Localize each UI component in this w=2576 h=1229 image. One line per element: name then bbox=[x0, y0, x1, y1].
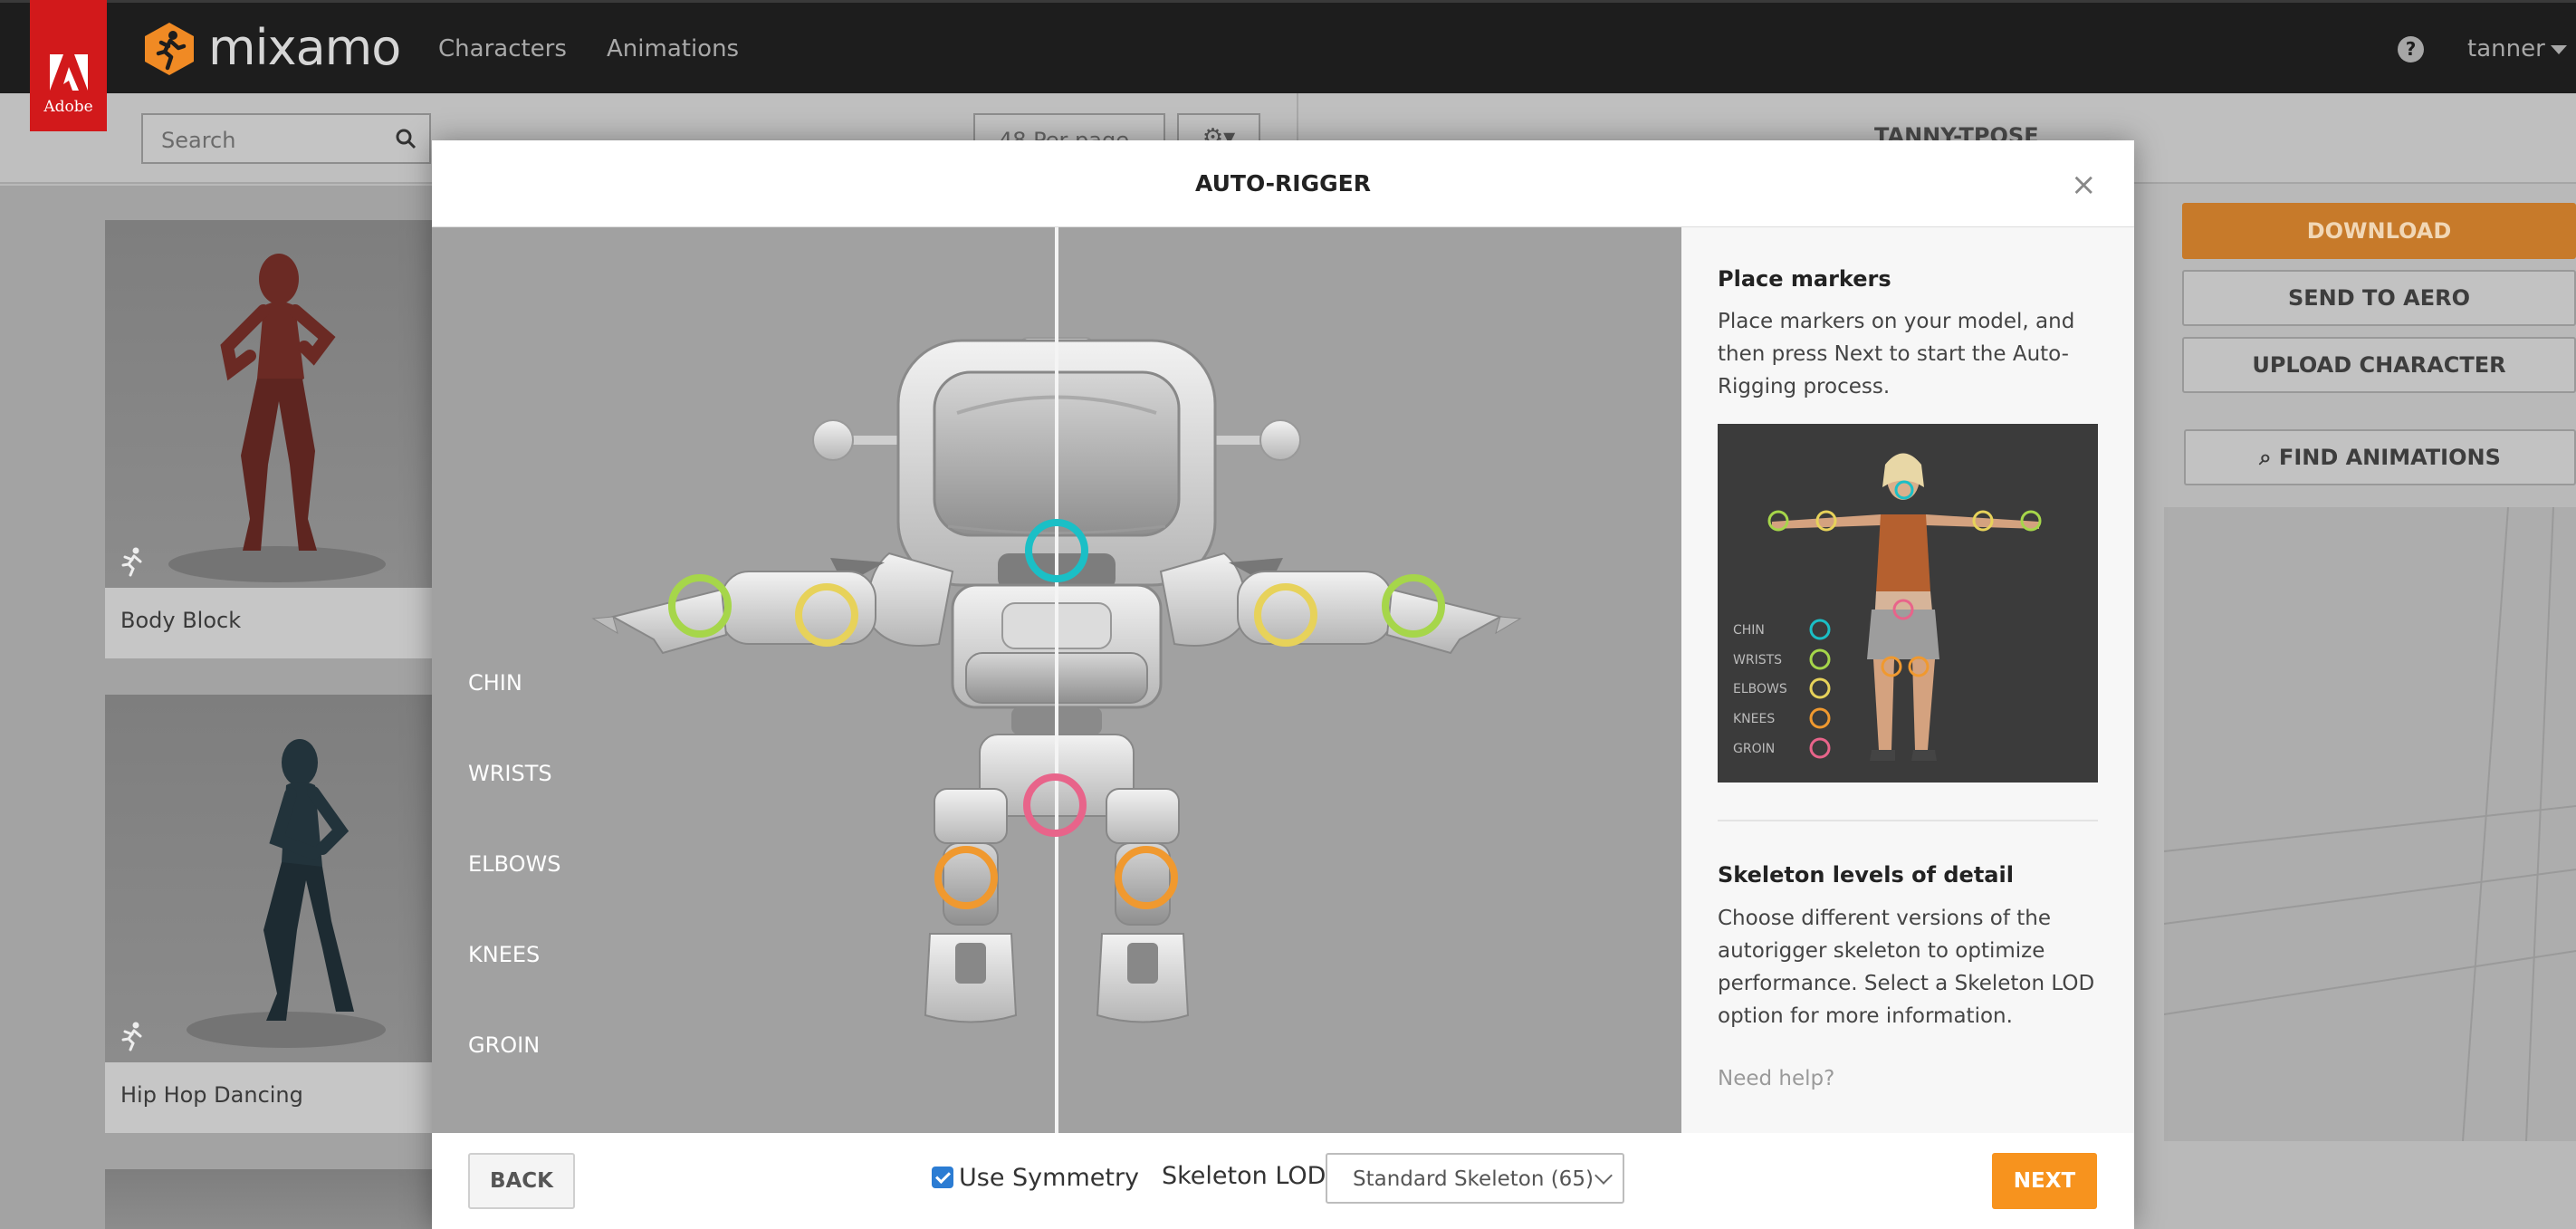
preview-label-elbows: ELBOWS bbox=[1733, 682, 1787, 696]
adobe-label: Adobe bbox=[43, 98, 93, 116]
marker-preview-image: CHIN WRISTS ELBOWS KNEES GROIN bbox=[1718, 424, 2098, 783]
animation-runner-icon bbox=[121, 1022, 142, 1051]
upload-character-button[interactable]: UPLOAD CHARACTER bbox=[2182, 337, 2576, 393]
skeleton-lod-text: Choose different versions of the autorig… bbox=[1718, 907, 2095, 1028]
brand-name[interactable]: mixamo bbox=[208, 19, 401, 76]
dialog-footer: BACK Use Symmetry Skeleton LOD Standard … bbox=[432, 1133, 2134, 1229]
rig-viewport[interactable]: CHIN WRISTS ELBOWS KNEES GROIN bbox=[432, 227, 1681, 1133]
preview-label-wrists: WRISTS bbox=[1733, 653, 1782, 667]
use-symmetry-checkbox[interactable]: Use Symmetry bbox=[932, 1164, 1139, 1192]
nav-animations[interactable]: Animations bbox=[607, 35, 739, 62]
instructions-panel: Place markers Place markers on your mode… bbox=[1681, 227, 2134, 1133]
marker-label-chin: CHIN bbox=[468, 670, 522, 696]
caret-down-icon bbox=[2550, 44, 2567, 54]
chevron-down-icon bbox=[1594, 1167, 1613, 1185]
find-animations-label: FIND ANIMATIONS bbox=[2278, 445, 2501, 470]
character-thumbnail bbox=[105, 1169, 440, 1229]
elbow-marker-right bbox=[1254, 583, 1317, 647]
marker-label-knees: KNEES bbox=[468, 942, 541, 967]
marker-label-wrists: WRISTS bbox=[468, 761, 552, 786]
back-button[interactable]: BACK bbox=[468, 1153, 575, 1209]
card-label: Hip Hop Dancing bbox=[120, 1082, 303, 1108]
top-nav-bar: mixamo Characters Animations ? tanner bbox=[0, 0, 2576, 93]
search-input[interactable]: Search bbox=[141, 113, 431, 164]
use-symmetry-label: Use Symmetry bbox=[959, 1164, 1140, 1192]
user-name: tanner bbox=[2467, 35, 2545, 62]
character-viewer[interactable] bbox=[2164, 507, 2576, 1141]
download-button[interactable]: DOWNLOAD bbox=[2182, 203, 2576, 259]
help-icon[interactable]: ? bbox=[2398, 36, 2424, 62]
need-help-link[interactable]: Need help? bbox=[1718, 1067, 1834, 1090]
dialog-header: AUTO-RIGGER × bbox=[432, 140, 2134, 227]
character-thumbnail bbox=[105, 695, 440, 1062]
animation-runner-icon bbox=[121, 547, 142, 577]
marker-label-groin: GROIN bbox=[468, 1032, 541, 1058]
preview-label-knees: KNEES bbox=[1733, 712, 1775, 726]
search-placeholder: Search bbox=[161, 128, 236, 153]
preview-label-chin: CHIN bbox=[1733, 623, 1765, 638]
next-button[interactable]: NEXT bbox=[1992, 1153, 2097, 1209]
checkbox-checked-icon[interactable] bbox=[932, 1167, 953, 1188]
marker-layer[interactable] bbox=[432, 227, 1681, 1133]
character-thumbnail bbox=[105, 220, 440, 588]
send-to-aero-button[interactable]: SEND TO AERO bbox=[2182, 270, 2576, 326]
groin-marker bbox=[1023, 773, 1087, 837]
skeleton-lod-select[interactable]: Standard Skeleton (65) bbox=[1326, 1153, 1624, 1204]
character-card[interactable] bbox=[105, 1169, 440, 1229]
character-card[interactable]: Body Block bbox=[105, 220, 440, 658]
auto-rigger-dialog: AUTO-RIGGER × CHIN WRISTS ELBOWS KNEES G… bbox=[432, 140, 2134, 1229]
preview-label-groin: GROIN bbox=[1733, 742, 1775, 756]
skeleton-lod-value: Standard Skeleton (65) bbox=[1353, 1167, 1594, 1191]
close-icon[interactable]: × bbox=[2071, 169, 2097, 200]
knee-marker-left bbox=[934, 846, 998, 909]
divider bbox=[1718, 820, 2098, 821]
elbow-marker-left bbox=[795, 583, 858, 647]
place-markers-text: Place markers on your model, and then pr… bbox=[1718, 310, 2075, 398]
wrist-marker-right bbox=[1382, 574, 1445, 638]
mixamo-logo-icon[interactable] bbox=[142, 21, 196, 77]
marker-label-elbows: ELBOWS bbox=[468, 851, 561, 877]
adobe-logo[interactable]: Adobe bbox=[30, 0, 107, 131]
adobe-a-icon bbox=[50, 54, 88, 91]
card-label: Body Block bbox=[120, 608, 242, 633]
character-card[interactable]: Hip Hop Dancing bbox=[105, 695, 440, 1133]
search-icon[interactable] bbox=[395, 128, 417, 149]
skeleton-lod-title: Skeleton levels of detail bbox=[1718, 862, 2014, 888]
place-markers-title: Place markers bbox=[1718, 266, 1891, 292]
find-animations-button[interactable]: ⌕ FIND ANIMATIONS bbox=[2184, 429, 2576, 485]
user-menu[interactable]: tanner bbox=[2467, 35, 2567, 62]
chin-marker bbox=[1025, 519, 1088, 582]
dialog-title: AUTO-RIGGER bbox=[1195, 170, 1371, 197]
skeleton-lod-label: Skeleton LOD bbox=[1162, 1162, 1326, 1190]
nav-characters[interactable]: Characters bbox=[438, 35, 567, 62]
knee-marker-right bbox=[1115, 846, 1178, 909]
search-icon: ⌕ bbox=[2259, 445, 2279, 470]
wrist-marker-left bbox=[668, 574, 732, 638]
